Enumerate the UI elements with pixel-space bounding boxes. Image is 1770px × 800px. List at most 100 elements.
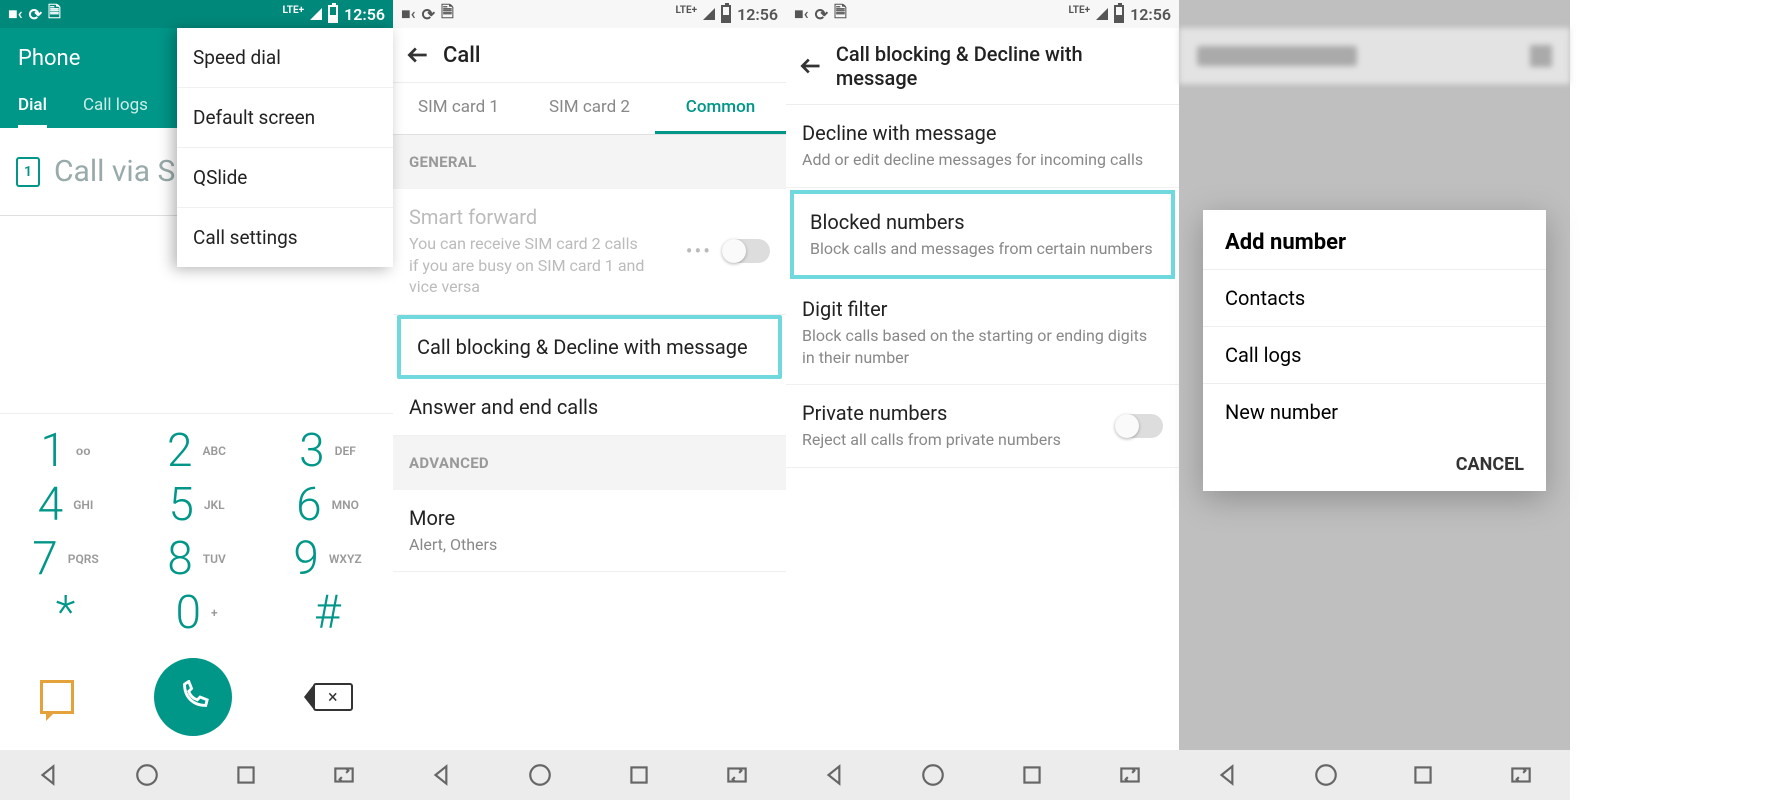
row-blocked-numbers[interactable]: Blocked numbers Block calls and messages… [794,194,1171,276]
row-subtitle: Reject all calls from private numbers [802,429,1062,451]
highlight-callblock: Call blocking & Decline with message [397,315,782,379]
row-smart-forward: Smart forward You can receive SIM card 2… [393,189,786,315]
key-5[interactable]: 5JKL [131,478,262,532]
key-6[interactable]: 6MNO [262,478,393,532]
dialog-option-contacts[interactable]: Contacts [1203,269,1546,326]
nav-switch-icon[interactable] [1508,762,1534,788]
key-0[interactable]: 0+ [131,586,262,640]
key-9[interactable]: 9WXYZ [262,532,393,586]
key-hash[interactable]: # [262,586,393,640]
page-title: Call blocking & Decline with message [836,42,1167,90]
nav-bar [786,750,1179,800]
tab-sim2[interactable]: SIM card 2 [524,83,655,134]
sim-card-icon: 1 [16,157,40,187]
briefcase-icon: 🗎 [441,1,454,28]
smart-forward-toggle[interactable] [722,239,770,263]
nav-home-icon[interactable] [527,762,553,788]
row-more[interactable]: More Alert, Others [393,490,786,573]
row-decline-message[interactable]: Decline with message Add or edit decline… [786,105,1179,188]
highlight-blocked-numbers: Blocked numbers Block calls and messages… [790,190,1175,280]
row-title: Private numbers [802,401,1163,425]
header: Call blocking & Decline with message [786,28,1179,105]
key-2[interactable]: 2ABC [131,424,262,478]
key-1[interactable]: 1ᴏᴏ [0,424,131,478]
status-bar: ■‹⟳🗎 LTE+12:56 [393,0,786,28]
nav-home-icon[interactable] [134,762,160,788]
row-title: Smart forward [409,205,770,229]
nav-back-icon[interactable] [36,762,62,788]
lte-indicator: LTE+ [676,5,698,16]
row-title: More [409,506,770,530]
dialog-option-call-logs[interactable]: Call logs [1203,326,1546,383]
signal-icon [310,8,322,20]
videocam-icon: ■‹ [8,4,23,24]
dialog-option-new-number[interactable]: New number [1203,383,1546,440]
menu-call-settings[interactable]: Call settings [177,207,393,267]
back-icon[interactable] [798,53,824,79]
nav-bar [1179,750,1570,800]
videocam-icon: ■‹ [794,4,809,24]
section-general: GENERAL [393,135,786,189]
messages-icon[interactable] [40,680,74,714]
tab-sim1[interactable]: SIM card 1 [393,83,524,134]
status-time: 12:56 [344,5,385,24]
more-dots-icon: ••• [686,239,712,263]
row-subtitle: Block calls and messages from certain nu… [810,238,1155,260]
row-subtitle: You can receive SIM card 2 calls if you … [409,233,649,298]
nav-bar [393,750,786,800]
menu-qslide[interactable]: QSlide [177,147,393,207]
key-3[interactable]: 3DEF [262,424,393,478]
screen-add-number-dialog: ■‹⟳🗎 LTE+12:56 Add number Contacts Call … [1179,0,1570,800]
private-numbers-toggle[interactable] [1115,414,1163,438]
menu-default-screen[interactable]: Default screen [177,87,393,147]
battery-icon [721,5,731,23]
row-title: Answer and end calls [409,395,770,419]
backspace-icon[interactable] [313,683,353,711]
row-private-numbers: Private numbers Reject all calls from pr… [786,385,1179,468]
sync-icon: ⟳ [29,5,42,24]
row-answer-end[interactable]: Answer and end calls [393,379,786,436]
nav-switch-icon[interactable] [1117,762,1143,788]
status-bar: ■‹ ⟳ 🗎 LTE+ 12:56 [0,0,393,28]
lte-indicator: LTE+ [283,5,305,16]
row-digit-filter[interactable]: Digit filter Block calls based on the st… [786,281,1179,385]
status-bar: ■‹⟳🗎 LTE+12:56 [786,0,1179,28]
nav-back-icon[interactable] [429,762,455,788]
menu-speed-dial[interactable]: Speed dial [177,28,393,87]
key-4[interactable]: 4GHI [0,478,131,532]
nav-back-icon[interactable] [1215,762,1241,788]
add-number-dialog: Add number Contacts Call logs New number… [1203,210,1546,491]
battery-icon [328,5,338,23]
nav-home-icon[interactable] [920,762,946,788]
key-7[interactable]: 7PQRS [0,532,131,586]
tab-common[interactable]: Common [655,83,786,134]
screen-call-blocking: ■‹⟳🗎 LTE+12:56 Call blocking & Decline w… [786,0,1179,800]
nav-recent-icon[interactable] [233,762,259,788]
key-8[interactable]: 8TUV [131,532,262,586]
nav-bar [0,750,393,800]
signal-icon [1096,8,1108,20]
lte-indicator: LTE+ [1069,5,1091,16]
row-call-blocking[interactable]: Call blocking & Decline with message [401,319,778,375]
briefcase-icon: 🗎 [834,1,847,28]
row-subtitle: Add or edit decline messages for incomin… [802,149,1163,171]
back-icon[interactable] [405,42,431,68]
nav-back-icon[interactable] [822,762,848,788]
nav-switch-icon[interactable] [331,762,357,788]
status-time: 12:56 [1130,5,1171,24]
row-subtitle: Block calls based on the starting or end… [802,325,1163,368]
dialog-cancel-button[interactable]: CANCEL [1203,440,1546,483]
dial-actions [0,650,393,750]
tab-call-logs[interactable]: Call logs [83,85,148,128]
blurred-header [1179,28,1570,84]
call-button[interactable] [154,658,232,736]
tab-dial[interactable]: Dial [18,85,47,128]
key-star[interactable]: * [0,586,131,640]
page-title: Call [443,43,480,68]
nav-switch-icon[interactable] [724,762,750,788]
nav-home-icon[interactable] [1313,762,1339,788]
nav-recent-icon[interactable] [626,762,652,788]
nav-recent-icon[interactable] [1019,762,1045,788]
dialog-title: Add number [1203,230,1546,269]
nav-recent-icon[interactable] [1410,762,1436,788]
